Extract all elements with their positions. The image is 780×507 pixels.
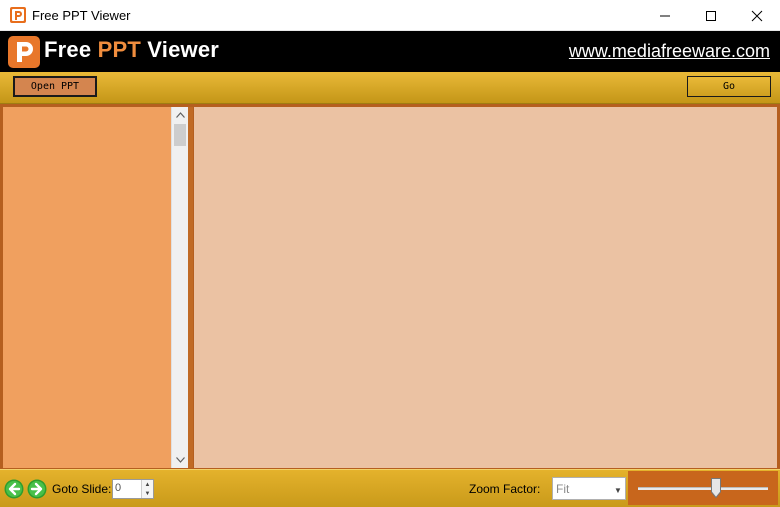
zoom-slider-thumb[interactable] <box>711 478 721 498</box>
zoom-factor-select[interactable]: Fit ▼ <box>552 477 626 500</box>
thumbnail-panel[interactable] <box>3 107 171 468</box>
scroll-thumb[interactable] <box>174 124 186 146</box>
spinner-arrows: ▲ ▼ <box>141 480 153 498</box>
arrow-right-icon[interactable] <box>27 479 47 499</box>
slide-view <box>194 107 777 468</box>
zoom-factor-value: Fit <box>556 482 570 496</box>
go-button[interactable]: Go <box>687 76 771 97</box>
website-link[interactable]: www.mediafreeware.com <box>569 41 770 62</box>
toolbar: Open PPT Go <box>0 72 780 104</box>
brand-banner: Free PPT Viewer www.mediafreeware.com <box>0 31 780 72</box>
brand-title-part1: Free <box>44 37 98 62</box>
maximize-button[interactable] <box>688 0 734 31</box>
zoom-slider-track[interactable] <box>638 487 768 490</box>
scroll-down-button[interactable] <box>172 452 188 468</box>
app-icon <box>10 7 26 23</box>
ppt-logo-icon <box>8 36 40 68</box>
close-button[interactable] <box>734 0 780 31</box>
spinner-up-icon[interactable]: ▲ <box>142 480 153 489</box>
scroll-up-button[interactable] <box>172 107 188 123</box>
minimize-button[interactable] <box>642 0 688 31</box>
thumbnail-scrollbar[interactable] <box>171 107 188 468</box>
window-titlebar: Free PPT Viewer <box>0 0 780 31</box>
window-title: Free PPT Viewer <box>32 8 131 23</box>
chevron-down-icon <box>175 457 185 463</box>
brand-title-accent: PPT <box>97 37 141 62</box>
goto-slide-label: Goto Slide: <box>52 482 112 496</box>
maximize-icon <box>706 10 716 21</box>
bottom-bar: Goto Slide: 0 ▲ ▼ Zoom Factor: Fit ▼ <box>0 469 780 507</box>
close-icon <box>751 10 763 21</box>
open-ppt-button[interactable]: Open PPT <box>13 76 97 97</box>
brand-title-part2: Viewer <box>140 37 220 62</box>
arrow-left-icon[interactable] <box>4 479 24 499</box>
zoom-slider-panel <box>628 471 778 505</box>
spinner-down-icon[interactable]: ▼ <box>142 489 153 498</box>
goto-slide-spinner[interactable]: 0 ▲ ▼ <box>112 479 154 499</box>
chevron-up-icon <box>175 112 185 118</box>
main-area <box>0 104 780 469</box>
minimize-icon <box>660 15 670 16</box>
goto-slide-value[interactable]: 0 <box>115 482 121 494</box>
brand-title: Free PPT Viewer <box>44 37 219 63</box>
zoom-factor-label: Zoom Factor: <box>469 482 541 496</box>
dropdown-caret-icon: ▼ <box>614 485 622 495</box>
panel-splitter[interactable] <box>188 107 193 468</box>
